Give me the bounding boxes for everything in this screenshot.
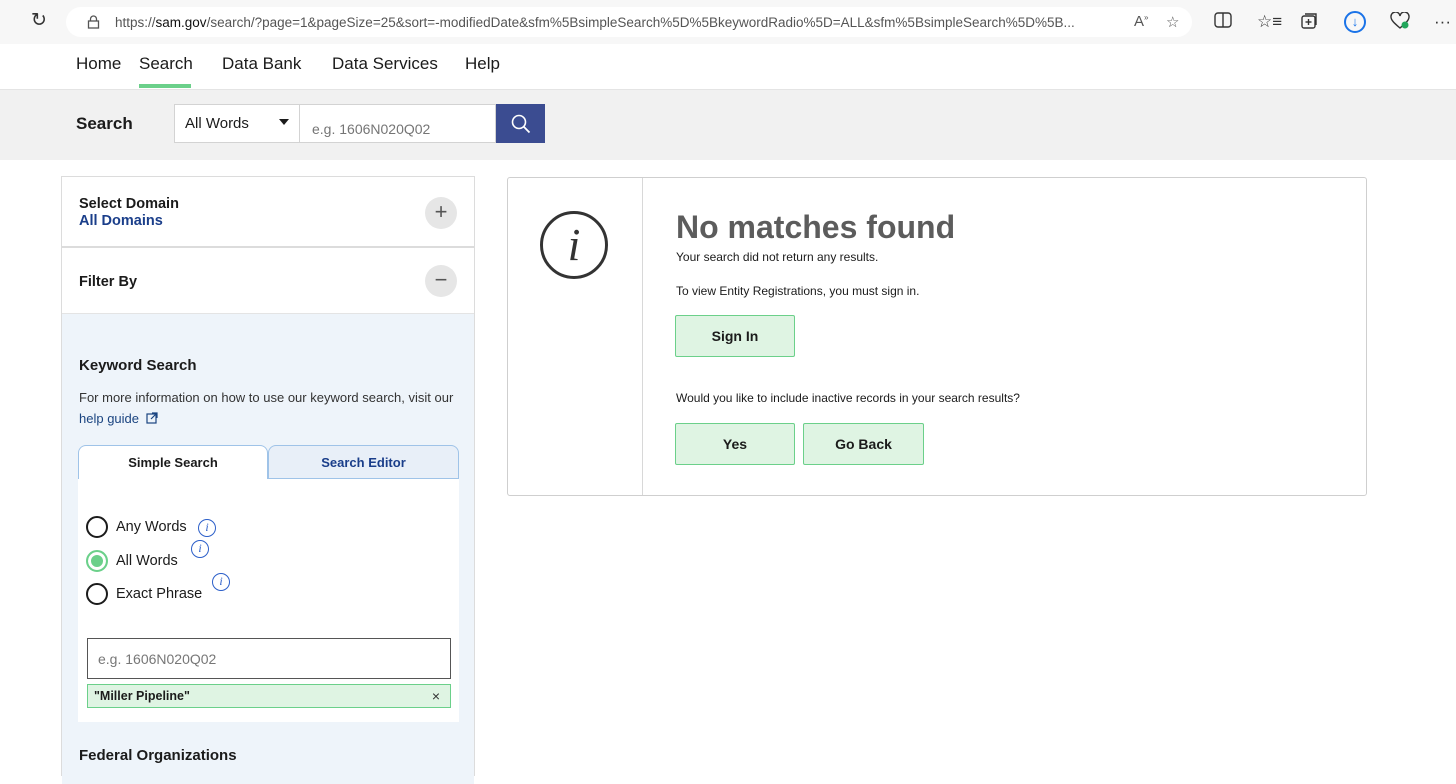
collapse-minus-icon[interactable]: − [425, 265, 457, 297]
no-matches-title: No matches found [676, 209, 956, 245]
address-bar[interactable]: https://sam.gov/search/?page=1&pageSize=… [66, 7, 1192, 37]
radio-exact-phrase[interactable]: Exact Phrase [86, 583, 202, 605]
filter-sidebar: Select Domain All Domains + Filter By − … [61, 176, 475, 784]
radio-any-words[interactable]: Any Words [86, 516, 187, 538]
external-link-icon [146, 412, 158, 424]
caret-down-icon [279, 119, 289, 125]
tab-simple-search[interactable]: Simple Search [78, 445, 268, 479]
info-icon: i [540, 211, 608, 279]
no-results-card: i No matches found Your search did not r… [507, 177, 1367, 496]
expand-plus-icon[interactable]: + [425, 197, 457, 229]
url-text[interactable]: https://sam.gov/search/?page=1&pageSize=… [115, 15, 1105, 30]
keyword-chip: "Miller Pipeline" × [87, 684, 451, 708]
url-host: sam.gov [155, 14, 207, 30]
keyword-search-title: Keyword Search [79, 357, 197, 374]
filter-body: Keyword Search For more information on h… [62, 314, 474, 784]
keyword-desc-text: For more information on how to use our k… [79, 390, 454, 405]
favorites-icon[interactable]: ☆≡ [1257, 12, 1282, 32]
info-icon[interactable]: i [212, 573, 230, 591]
radio-exact-phrase-label: Exact Phrase [116, 586, 203, 602]
more-menu-icon[interactable]: ··· [1434, 12, 1451, 32]
radio-button[interactable] [86, 583, 108, 605]
tab-search-editor[interactable]: Search Editor [268, 445, 459, 479]
radio-button[interactable] [86, 516, 108, 538]
sign-in-message: To view Entity Registrations, you must s… [676, 284, 920, 298]
refresh-icon[interactable]: ↻ [28, 10, 50, 32]
go-back-button[interactable]: Go Back [803, 423, 924, 465]
read-aloud-icon[interactable]: A» [1134, 13, 1148, 30]
search-label: Search [76, 114, 133, 133]
nav-search[interactable]: Search [139, 54, 193, 74]
simple-search-panel: Any Words i All Words i Exact Phrase i e… [78, 479, 459, 722]
lock-icon[interactable] [87, 15, 101, 29]
select-domain-section[interactable]: Select Domain All Domains + [62, 177, 474, 248]
card-divider [642, 178, 643, 495]
search-input[interactable] [300, 104, 496, 143]
keyword-input[interactable]: e.g. 1606N020Q02 [87, 638, 451, 679]
site-navigation: Home Search Data Bank Data Services Help [0, 44, 1456, 90]
info-icon[interactable]: i [191, 540, 209, 558]
keyword-tabs: Simple Search Search Editor [78, 445, 459, 479]
info-icon[interactable]: i [198, 519, 216, 537]
nav-active-indicator [139, 84, 191, 88]
nav-help[interactable]: Help [465, 54, 500, 74]
select-domain-value: All Domains [79, 213, 163, 229]
filter-by-title: Filter By [79, 274, 138, 290]
radio-button-checked[interactable] [86, 550, 108, 572]
extensions-icon[interactable] [1390, 11, 1410, 35]
close-icon[interactable]: × [432, 688, 440, 704]
search-button[interactable] [496, 104, 545, 143]
yes-button[interactable]: Yes [675, 423, 795, 465]
downloads-icon[interactable]: ↓ [1344, 11, 1366, 33]
nav-data-services[interactable]: Data Services [332, 54, 438, 74]
inactive-records-question: Would you like to include inactive recor… [676, 391, 1020, 405]
search-icon [511, 114, 530, 133]
select-domain-title: Select Domain [79, 196, 179, 212]
federal-organizations-title[interactable]: Federal Organizations [79, 747, 237, 764]
search-band: Search All Words [0, 90, 1456, 160]
url-path: /search/?page=1&pageSize=25&sort=-modifi… [206, 14, 1075, 30]
collections-icon[interactable] [1300, 12, 1318, 35]
url-prefix: https:// [115, 14, 156, 30]
radio-all-words[interactable]: All Words [86, 550, 178, 572]
help-guide-link[interactable]: help guide [79, 411, 158, 426]
radio-all-words-label: All Words [116, 553, 178, 569]
split-screen-icon[interactable] [1214, 12, 1232, 33]
no-matches-subtitle: Your search did not return any results. [676, 250, 879, 264]
search-scope-select[interactable]: All Words [174, 104, 300, 143]
browser-toolbar: ↻ https://sam.gov/search/?page=1&pageSiz… [0, 0, 1456, 44]
sign-in-button[interactable]: Sign In [675, 315, 795, 357]
radio-any-words-label: Any Words [116, 519, 187, 535]
nav-home[interactable]: Home [76, 54, 121, 74]
search-scope-value: All Words [185, 115, 249, 132]
keyword-chip-text: "Miller Pipeline" [94, 689, 190, 703]
nav-data-bank[interactable]: Data Bank [222, 54, 301, 74]
favorite-star-icon[interactable]: ☆ [1166, 13, 1179, 31]
keyword-search-description: For more information on how to use our k… [79, 387, 464, 429]
help-guide-label: help guide [79, 411, 139, 426]
filter-by-section[interactable]: Filter By − [62, 248, 474, 314]
